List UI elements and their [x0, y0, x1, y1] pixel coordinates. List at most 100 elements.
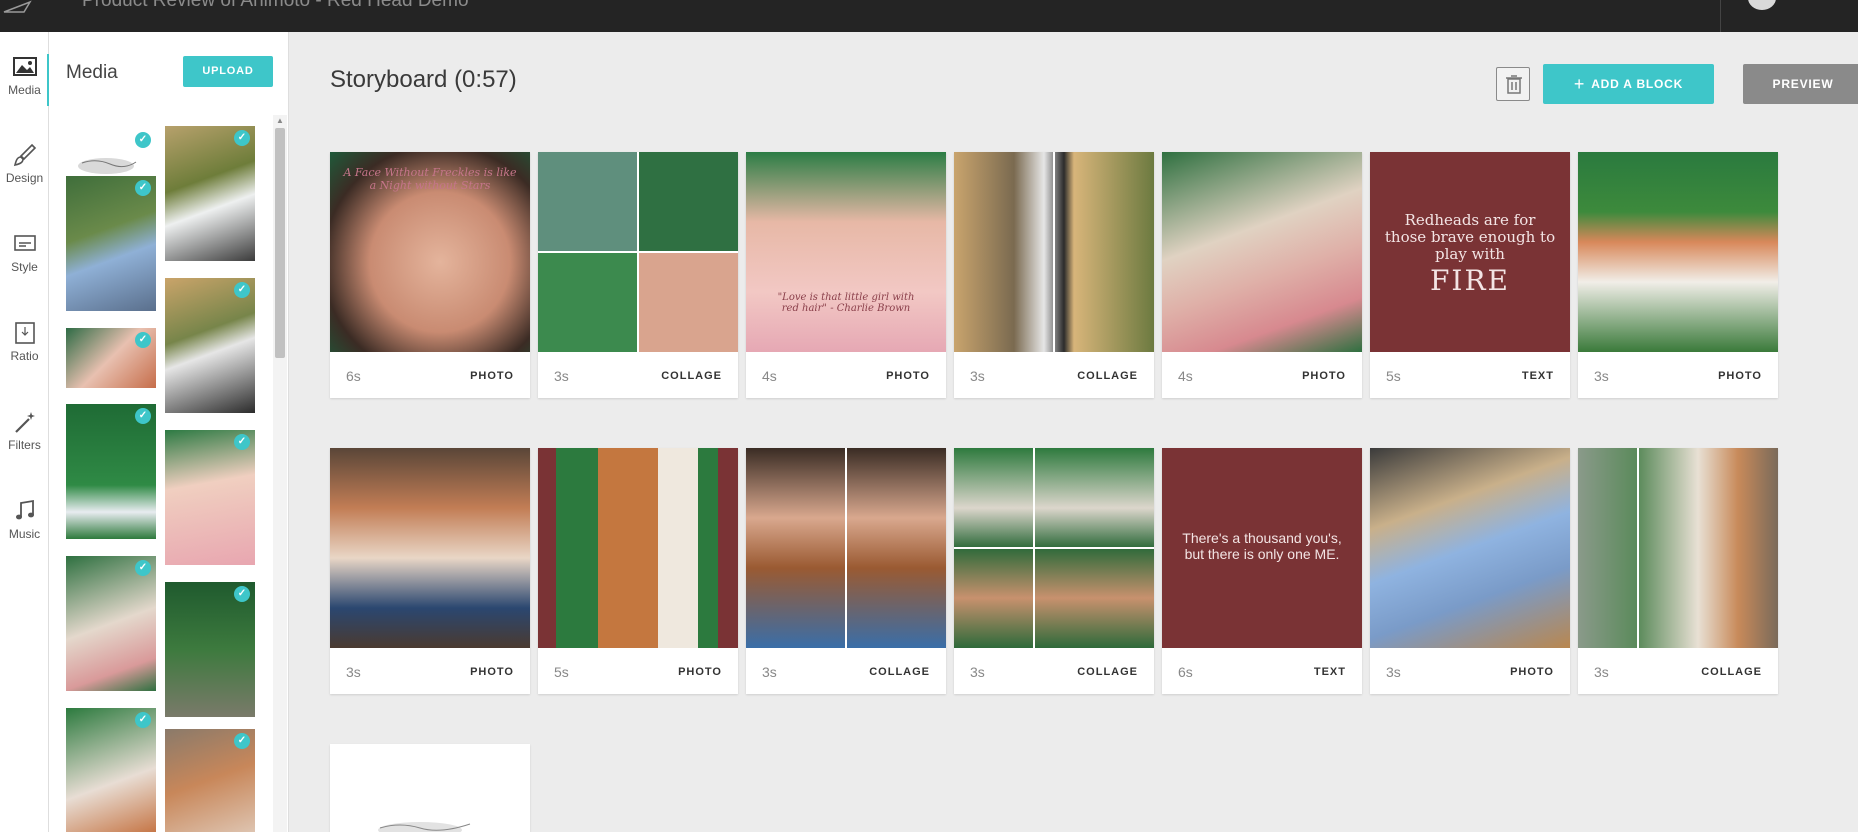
rail-item-media[interactable]: Media: [0, 54, 50, 116]
block-text-line1: There's a thousand you's, but there is o…: [1182, 530, 1342, 562]
media-thumb-10[interactable]: ✓: [66, 708, 156, 832]
block-duration[interactable]: 4s: [762, 368, 777, 384]
block-duration[interactable]: 3s: [1594, 368, 1609, 384]
selected-check-icon: ✓: [135, 712, 151, 728]
block-type: COLLAGE: [1701, 666, 1762, 678]
storyboard-block[interactable]: 3s COLLAGE: [1578, 448, 1778, 694]
block-duration[interactable]: 3s: [346, 664, 361, 680]
block-duration[interactable]: 6s: [1178, 664, 1193, 680]
block-duration[interactable]: 5s: [554, 664, 569, 680]
block-type: COLLAGE: [1077, 666, 1138, 678]
scroll-up-arrow-icon[interactable]: ▲: [276, 116, 284, 125]
block-duration[interactable]: 3s: [970, 368, 985, 384]
storyboard-block[interactable]: [330, 744, 530, 832]
storyboard-block[interactable]: 3s PHOTO: [1578, 152, 1778, 398]
block-text-slide: Redheads are for those brave enough to p…: [1370, 152, 1570, 352]
block-photo: [330, 448, 530, 648]
animoto-logo-icon[interactable]: [2, 0, 42, 14]
storyboard-block[interactable]: 3s PHOTO: [330, 448, 530, 694]
media-thumb-9[interactable]: ✓: [165, 729, 255, 832]
upload-button[interactable]: UPLOAD: [183, 56, 273, 87]
media-thumb-8[interactable]: ✓: [66, 556, 156, 691]
rail-item-music[interactable]: Music: [0, 498, 49, 560]
block-type: TEXT: [1313, 666, 1346, 678]
rail-item-style[interactable]: Style: [0, 231, 49, 293]
block-type: PHOTO: [1302, 370, 1346, 382]
storyboard-block[interactable]: "Love is that little girl with red hair"…: [746, 152, 946, 398]
block-photo: [1578, 152, 1778, 352]
block-photo: A Face Without Freckles is like a Night …: [330, 152, 530, 352]
brush-icon: [13, 143, 36, 167]
storyboard-block[interactable]: 3s PHOTO: [1370, 448, 1570, 694]
storyboard-block[interactable]: Redheads are for those brave enough to p…: [1370, 152, 1570, 398]
watermark-logo: [78, 158, 137, 174]
media-thumb-3[interactable]: ✓: [165, 278, 255, 413]
block-duration[interactable]: 4s: [1178, 368, 1193, 384]
block-text-slide: There's a thousand you's, but there is o…: [1162, 448, 1362, 648]
storyboard-block[interactable]: 4s PHOTO: [1162, 152, 1362, 398]
media-scrollbar-thumb[interactable]: [275, 128, 285, 358]
rail-item-filters[interactable]: Filters: [0, 409, 49, 471]
block-collage: [1578, 448, 1778, 648]
topbar-divider: [1720, 0, 1721, 32]
block-duration[interactable]: 6s: [346, 368, 361, 384]
selected-check-icon: ✓: [135, 408, 151, 424]
block-duration[interactable]: 3s: [554, 368, 569, 384]
block-collage: [538, 152, 738, 352]
selected-check-icon: ✓: [234, 434, 250, 450]
block-type: PHOTO: [1718, 370, 1762, 382]
block-collage: [954, 152, 1154, 352]
storyboard-block[interactable]: 3s COLLAGE: [538, 152, 738, 398]
block-type: PHOTO: [470, 666, 514, 678]
selected-check-icon: ✓: [234, 586, 250, 602]
tool-rail: Media Design Style Ratio Filters Music: [0, 32, 50, 832]
magic-wand-icon: [14, 412, 35, 433]
block-duration[interactable]: 3s: [762, 664, 777, 680]
rail-label-filters: Filters: [8, 438, 41, 452]
add-block-button[interactable]: + ADD A BLOCK: [1543, 64, 1714, 104]
block-collage: [954, 448, 1154, 648]
rail-item-ratio[interactable]: Ratio: [0, 320, 49, 382]
block-duration[interactable]: 3s: [970, 664, 985, 680]
media-thumb-5[interactable]: ✓: [165, 430, 255, 565]
storyboard-block[interactable]: A Face Without Freckles is like a Night …: [330, 152, 530, 398]
storyboard-block[interactable]: 3s COLLAGE: [746, 448, 946, 694]
block-duration[interactable]: 3s: [1594, 664, 1609, 680]
block-type: TEXT: [1521, 370, 1554, 382]
media-thumb-4[interactable]: ✓: [66, 328, 156, 388]
media-thumb-7[interactable]: ✓: [165, 582, 255, 717]
storyboard-block[interactable]: There's a thousand you's, but there is o…: [1162, 448, 1362, 694]
plus-icon: +: [1573, 74, 1586, 94]
delete-button[interactable]: [1496, 67, 1530, 101]
block-type: COLLAGE: [1077, 370, 1138, 382]
rail-label-style: Style: [11, 260, 38, 274]
music-note-icon: [15, 499, 34, 520]
block-collage: [746, 448, 946, 648]
block-photo: [1370, 448, 1570, 648]
selected-check-icon: ✓: [135, 560, 151, 576]
user-avatar[interactable]: [1748, 0, 1776, 10]
rail-label-ratio: Ratio: [10, 349, 39, 363]
selected-check-icon: ✓: [135, 180, 151, 196]
image-icon: [12, 57, 37, 76]
block-type: PHOTO: [886, 370, 930, 382]
block-duration[interactable]: 5s: [1386, 368, 1401, 384]
add-block-label: ADD A BLOCK: [1591, 77, 1684, 91]
rail-item-design[interactable]: Design: [0, 142, 49, 204]
storyboard-block[interactable]: 3s COLLAGE: [954, 152, 1154, 398]
media-thumb-6[interactable]: ✓: [66, 404, 156, 539]
block-type: PHOTO: [1510, 666, 1554, 678]
block-duration[interactable]: 3s: [1386, 664, 1401, 680]
media-panel: Media UPLOAD ✓ ✓ ✓ ✓ ✓ ✓ ✓ ✓ ✓ ✓ ✓: [49, 32, 289, 832]
top-bar: Product Review of Animoto - Red Head Dem…: [0, 0, 1858, 32]
storyboard-block[interactable]: 3s COLLAGE: [954, 448, 1154, 694]
media-thumb-2[interactable]: ✓: [66, 176, 156, 311]
selected-check-icon: ✓: [135, 132, 151, 148]
block-overlay-quote: "Love is that little girl with red hair"…: [777, 292, 915, 314]
storyboard-block[interactable]: 5s PHOTO: [538, 448, 738, 694]
media-thumb-logo[interactable]: ✓: [66, 118, 156, 178]
media-thumb-1[interactable]: ✓: [165, 126, 255, 261]
block-photo: [1162, 152, 1362, 352]
selected-check-icon: ✓: [234, 130, 250, 146]
preview-button[interactable]: PREVIEW: [1743, 64, 1858, 104]
